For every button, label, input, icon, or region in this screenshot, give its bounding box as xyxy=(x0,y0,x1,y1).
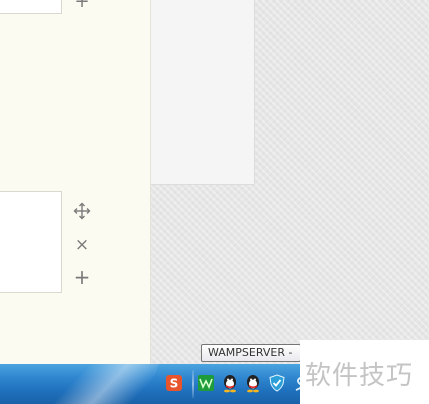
card-widget[interactable] xyxy=(0,191,62,293)
svg-text:S: S xyxy=(170,377,179,391)
add-card-button-top[interactable]: + xyxy=(72,0,92,12)
close-icon: × xyxy=(74,234,90,255)
qq-icon[interactable] xyxy=(220,373,240,393)
wampserver-icon[interactable] xyxy=(196,373,216,393)
close-card-button[interactable]: × xyxy=(72,235,92,255)
side-panel xyxy=(151,0,255,185)
tray-separator xyxy=(192,370,194,398)
card-column: + × + xyxy=(0,0,151,364)
sogou-input-icon[interactable]: S xyxy=(164,373,184,393)
tooltip-text: WAMPSERVER - xyxy=(208,346,293,359)
card-top[interactable] xyxy=(0,0,62,14)
shield-security-icon[interactable] xyxy=(267,373,287,393)
move-icon xyxy=(73,202,91,220)
tray-tooltip: WAMPSERVER - xyxy=(201,344,301,362)
taskbar-sheen xyxy=(47,364,163,404)
add-card-button[interactable]: + xyxy=(72,267,92,287)
plus-icon: + xyxy=(73,265,91,289)
plus-icon: + xyxy=(74,0,90,12)
watermark-text: 软件技巧 xyxy=(305,361,414,391)
move-card-button[interactable] xyxy=(72,201,92,221)
qq-icon[interactable] xyxy=(243,373,263,393)
